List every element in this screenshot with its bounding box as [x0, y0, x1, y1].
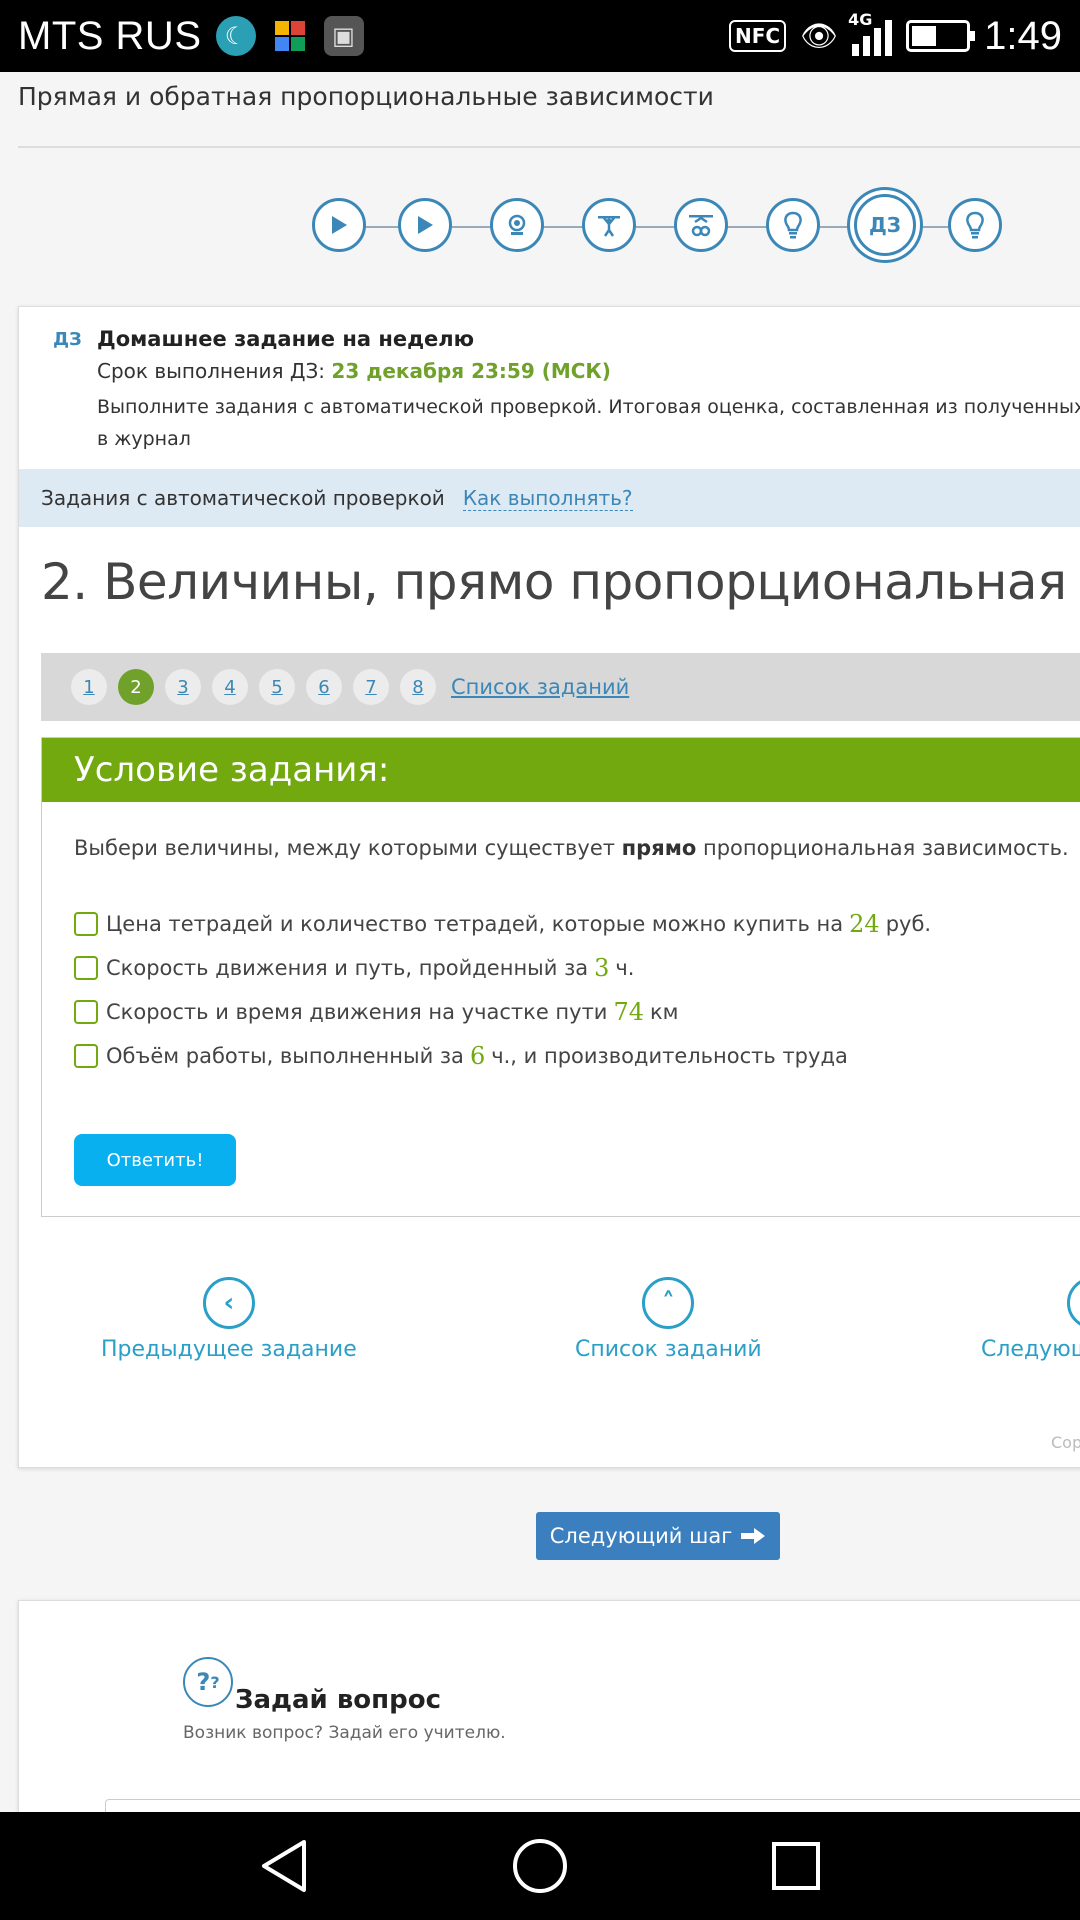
recents-icon[interactable] [768, 1838, 824, 1894]
page-link-2-current[interactable]: 2 [118, 669, 154, 705]
deadline-label: Срок выполнения ДЗ: [97, 359, 332, 383]
gallery-icon: ▣ [323, 16, 364, 56]
prev-task-label: Предыдущее задание [101, 1337, 357, 1362]
page-link-4[interactable]: 4 [212, 669, 248, 705]
page-link-5[interactable]: 5 [259, 669, 295, 705]
page-link-1[interactable]: 1 [71, 669, 107, 705]
exercise-title: 2. Величины, прямо пропорциональная зави [41, 553, 1080, 611]
webcam-step-icon[interactable] [490, 198, 544, 252]
homework-deadline: Срок выполнения ДЗ: 23 декабря 23:59 (МС… [97, 359, 611, 383]
task-pager: 1 2 3 4 5 6 7 8 Список заданий [41, 653, 1080, 721]
homework-badge: ДЗ [53, 329, 82, 350]
moon-icon: ☾ [215, 16, 256, 56]
next-step-label: Следующий шаг [549, 1524, 733, 1548]
auto-check-bar: Задания с автоматической проверкой Как в… [19, 469, 1080, 527]
arrow-right-icon [741, 1528, 766, 1544]
chevron-right-icon: › [1067, 1277, 1080, 1329]
homework-step[interactable]: ДЗ [854, 194, 916, 256]
lesson-steps: ДЗ [312, 194, 1002, 256]
next-task-button[interactable]: › Следующе [981, 1277, 1080, 1362]
signal-icon: 4G [848, 10, 893, 56]
description-line: Выполните задания с автоматической прове… [97, 396, 1080, 418]
option-checkbox-4[interactable]: Объём работы, выполненный за 6 ч., и про… [74, 1042, 848, 1070]
weightlifter-step-icon[interactable] [582, 198, 636, 252]
task-list-button[interactable]: ˄ Список заданий [575, 1277, 762, 1362]
page-title: Прямая и обратная пропорциональные завис… [18, 82, 714, 111]
carrier-name: MTS RUS [18, 13, 202, 58]
eye-comfort-icon: 👁 [800, 18, 839, 54]
homework-title: Домашнее задание на неделю [97, 327, 475, 351]
battery-icon [906, 20, 976, 52]
homework-card: ДЗ Домашнее задание на неделю Срок выпол… [18, 306, 1080, 1468]
checkbox[interactable] [74, 912, 98, 936]
status-bar: MTS RUS ☾ ▣ NFC 👁 4G 1:49 [0, 0, 1080, 72]
back-icon[interactable] [256, 1838, 312, 1894]
task-list-link[interactable]: Список заданий [451, 675, 629, 699]
page-link-7[interactable]: 7 [353, 669, 389, 705]
task-box: Условие задания: Выбери величины, между … [41, 737, 1080, 1217]
checkbox[interactable] [74, 956, 98, 980]
lightbulb-step-icon[interactable] [948, 198, 1002, 252]
system-nav-bar [0, 1812, 1080, 1920]
question-emphasis: прямо [621, 836, 697, 860]
question-icon: ?? [183, 1657, 233, 1707]
next-task-label: Следующе [981, 1337, 1080, 1362]
answer-button[interactable]: Ответить! [74, 1134, 236, 1186]
option-checkbox-1[interactable]: Цена тетрадей и количество тетрадей, кот… [74, 910, 931, 938]
homework-description: Выполните задания с автоматической прове… [97, 391, 1080, 455]
option-checkbox-2[interactable]: Скорость движения и путь, пройденный за … [74, 954, 634, 982]
ask-subtitle: Возник вопрос? Задай его учителю. [183, 1723, 506, 1743]
description-line: в журнал [97, 428, 191, 450]
option-checkbox-3[interactable]: Скорость и время движения на участке пут… [74, 998, 679, 1026]
deadline-date: 23 декабря 23:59 (МСК) [331, 359, 611, 383]
chevron-left-icon: ‹ [202, 1277, 255, 1329]
ask-title: Задай вопрос [235, 1685, 441, 1715]
puzzle-icon [269, 16, 310, 56]
chevron-up-icon: ˄ [642, 1277, 695, 1329]
checkbox[interactable] [74, 1044, 98, 1068]
page-link-3[interactable]: 3 [165, 669, 201, 705]
checkbox[interactable] [74, 1000, 98, 1024]
home-icon[interactable] [512, 1838, 568, 1894]
page-link-8[interactable]: 8 [400, 669, 436, 705]
play-step-icon[interactable] [398, 198, 452, 252]
task-header: Условие задания: [42, 738, 1080, 802]
network-type: 4G [848, 10, 873, 29]
lightbulb-step-icon[interactable] [766, 198, 820, 252]
how-to-link[interactable]: Как выполнять? [462, 486, 633, 511]
next-step-button[interactable]: Следующий шаг [536, 1512, 780, 1560]
auto-check-label: Задания с автоматической проверкой [41, 486, 445, 510]
truncated-text: Сор [1051, 1433, 1080, 1452]
play-step-icon[interactable] [312, 198, 366, 252]
task-question: Выбери величины, между которыми существу… [74, 836, 1069, 860]
page-link-6[interactable]: 6 [306, 669, 342, 705]
task-list-label: Список заданий [575, 1337, 762, 1362]
clock: 1:49 [984, 13, 1062, 58]
infinity-weights-step-icon[interactable] [674, 198, 728, 252]
nfc-icon: NFC [728, 20, 787, 52]
divider [18, 146, 1080, 148]
prev-task-button[interactable]: ‹ Предыдущее задание [101, 1277, 357, 1362]
